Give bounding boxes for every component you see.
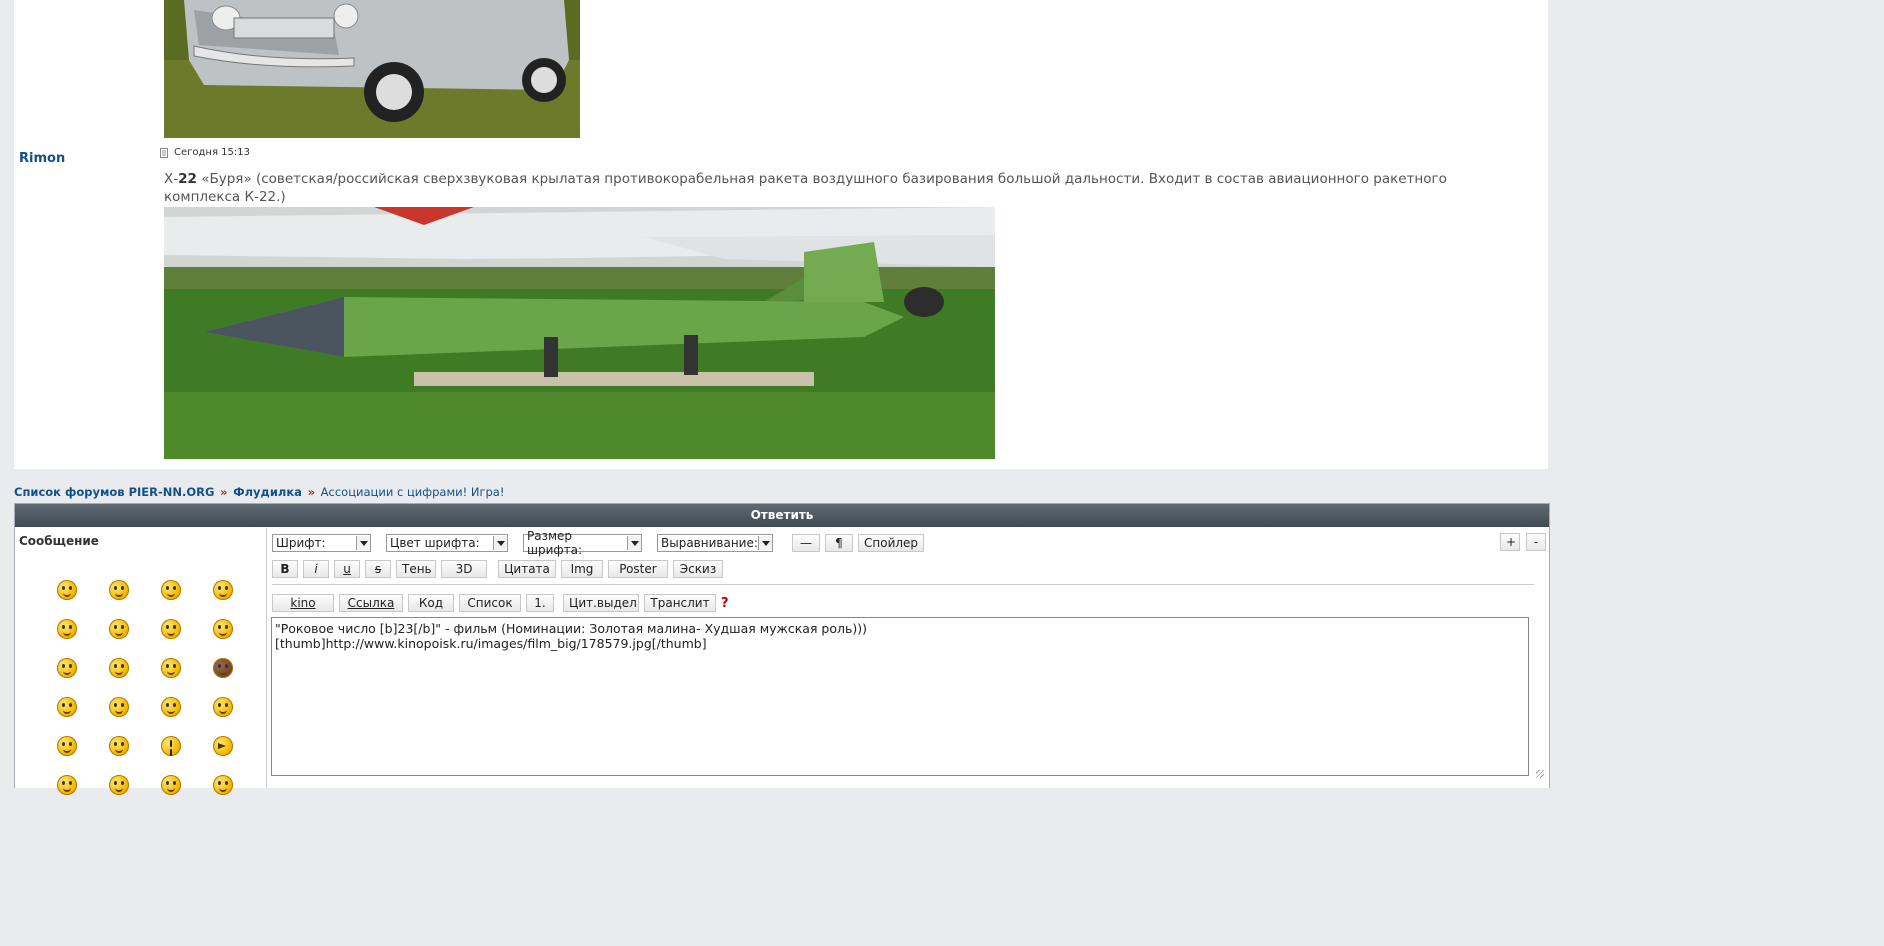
reply-panel: Ответить Сообщение Шрифт: Цвет шрифта: Р… [14, 503, 1550, 795]
smiley-dance-icon[interactable] [41, 765, 93, 804]
italic-button[interactable]: i [303, 560, 329, 578]
quote-selection-button[interactable]: Цит.выдел [563, 594, 639, 612]
toolbar-divider [272, 584, 1534, 585]
post-image-car [164, 0, 580, 138]
alignment-select-label: Выравнивание: [661, 536, 758, 550]
smiley-panic-icon[interactable] [197, 687, 249, 726]
smiley-laugh-icon[interactable] [93, 765, 145, 804]
smiley-smile-icon[interactable] [93, 687, 145, 726]
smiley-evil-icon[interactable] [41, 648, 93, 687]
quote-button[interactable]: Цитата [498, 560, 556, 578]
post-text-prefix: Х- [164, 171, 179, 187]
breadcrumb-flood[interactable]: Флудилка [233, 485, 302, 499]
post-area: Rimon Сегодня 15:13 Х-22 «Буря» (советск… [14, 0, 1548, 469]
code-button[interactable]: Код [408, 594, 454, 612]
smiley-shy-icon[interactable] [93, 648, 145, 687]
chevron-down-icon [758, 536, 772, 550]
smiley-smile-icon[interactable] [93, 726, 145, 765]
smiley-bomb-icon[interactable] [197, 648, 249, 687]
font-select[interactable]: Шрифт: [272, 534, 371, 552]
smiley-scream-icon[interactable] [41, 609, 93, 648]
toolbar-row-3: kino Ссылка Код Список 1. Цит.выдел Тран… [272, 594, 729, 612]
resize-grip-icon[interactable] [1536, 770, 1544, 778]
breadcrumb-separator: » [220, 485, 228, 499]
smiley-smile-icon[interactable] [197, 765, 249, 804]
list-button[interactable]: Список [459, 594, 521, 612]
strike-button[interactable]: s [365, 560, 391, 578]
post-text: Х-22 «Буря» (советская/российская сверхз… [164, 170, 1504, 206]
chevron-down-icon [356, 536, 370, 550]
numbered-list-button[interactable]: 1. [526, 594, 554, 612]
font-size-select[interactable]: Размер шрифта: [523, 529, 642, 557]
poster-button[interactable]: Poster [608, 560, 668, 578]
smiley-cry-icon[interactable] [41, 726, 93, 765]
post-text-rest: «Буря» (советская/российская сверхзвуков… [164, 171, 1447, 205]
font-size-select-label: Размер шрифта: [527, 529, 583, 557]
underline-button[interactable]: u [334, 560, 360, 578]
breadcrumb-topic[interactable]: Ассоциации с цифрами! Игра! [321, 485, 505, 499]
font-color-select-label: Цвет шрифта: [390, 536, 480, 550]
chevron-down-icon [493, 536, 507, 550]
alignment-select[interactable]: Выравнивание: [657, 534, 773, 552]
chevron-down-icon [627, 536, 641, 550]
smiley-eek-icon[interactable] [197, 609, 249, 648]
breadcrumb-separator: » [307, 485, 315, 499]
post-date: Сегодня 15:13 [174, 147, 250, 158]
reply-header: Ответить [15, 504, 1549, 527]
post-author[interactable]: Rimon [19, 151, 65, 166]
paragraph-button[interactable]: ¶ [825, 534, 853, 552]
message-label: Сообщение [19, 534, 99, 548]
smiley-wave-icon[interactable] [197, 570, 249, 609]
link-button[interactable]: Ссылка [339, 594, 403, 612]
sketch-button[interactable]: Эскиз [673, 560, 723, 578]
smiley-sad-icon[interactable] [41, 687, 93, 726]
post-text-bold: 22 [178, 171, 197, 187]
smiley-clap-icon[interactable] [145, 687, 197, 726]
forum-page: Rimon Сегодня 15:13 Х-22 «Буря» (советск… [0, 0, 1568, 795]
shadow-button[interactable]: Тень [396, 560, 436, 578]
img-button[interactable]: Img [561, 560, 603, 578]
3d-button[interactable]: 3D [441, 560, 487, 578]
post-meta: Сегодня 15:13 [160, 147, 250, 158]
font-color-select[interactable]: Цвет шрифта: [386, 534, 508, 552]
toolbar-row-1: Шрифт: Цвет шрифта: Размер шрифта: Вырав… [272, 529, 925, 557]
editor-column: Шрифт: Цвет шрифта: Размер шрифта: Вырав… [267, 528, 1549, 788]
smiley-grin-icon[interactable] [145, 570, 197, 609]
smiley-arrow-icon[interactable] [197, 726, 249, 765]
font-select-label: Шрифт: [276, 536, 326, 550]
smiley-grid [41, 570, 246, 804]
toolbar-row-2: B i u s Тень 3D Цитата Img Poster Эскиз [272, 560, 723, 578]
bold-button[interactable]: B [272, 560, 298, 578]
smiley-smile-icon[interactable] [145, 765, 197, 804]
kino-button[interactable]: kino [272, 594, 334, 612]
spoiler-button[interactable]: Спойлер [858, 534, 925, 552]
smiley-exclaim-icon[interactable] [145, 726, 197, 765]
post-image-missile [164, 207, 995, 459]
breadcrumb-forum-list[interactable]: Список форумов PIER-NN.ORG [14, 485, 214, 499]
breadcrumb: Список форумов PIER-NN.ORG » Флудилка » … [14, 485, 504, 499]
translit-button[interactable]: Транслит [644, 594, 716, 612]
smiley-smile-icon[interactable] [41, 570, 93, 609]
smiley-column: Сообщение [15, 528, 267, 795]
textarea-shrink-button[interactable]: - [1526, 533, 1546, 551]
smiley-thumbs-up-icon[interactable] [145, 609, 197, 648]
smiley-laugh-icon[interactable] [93, 570, 145, 609]
textarea-enlarge-button[interactable]: + [1500, 533, 1520, 551]
textarea-size-controls: + - [1500, 533, 1546, 551]
message-textarea[interactable]: "Роковое число [b]23[/b]" - фильм (Номин… [271, 617, 1529, 776]
smiley-happy-icon[interactable] [145, 648, 197, 687]
post-icon [160, 147, 168, 158]
hr-button[interactable]: — [792, 534, 820, 552]
smiley-wink-icon[interactable] [93, 609, 145, 648]
help-link[interactable]: ? [721, 596, 729, 611]
